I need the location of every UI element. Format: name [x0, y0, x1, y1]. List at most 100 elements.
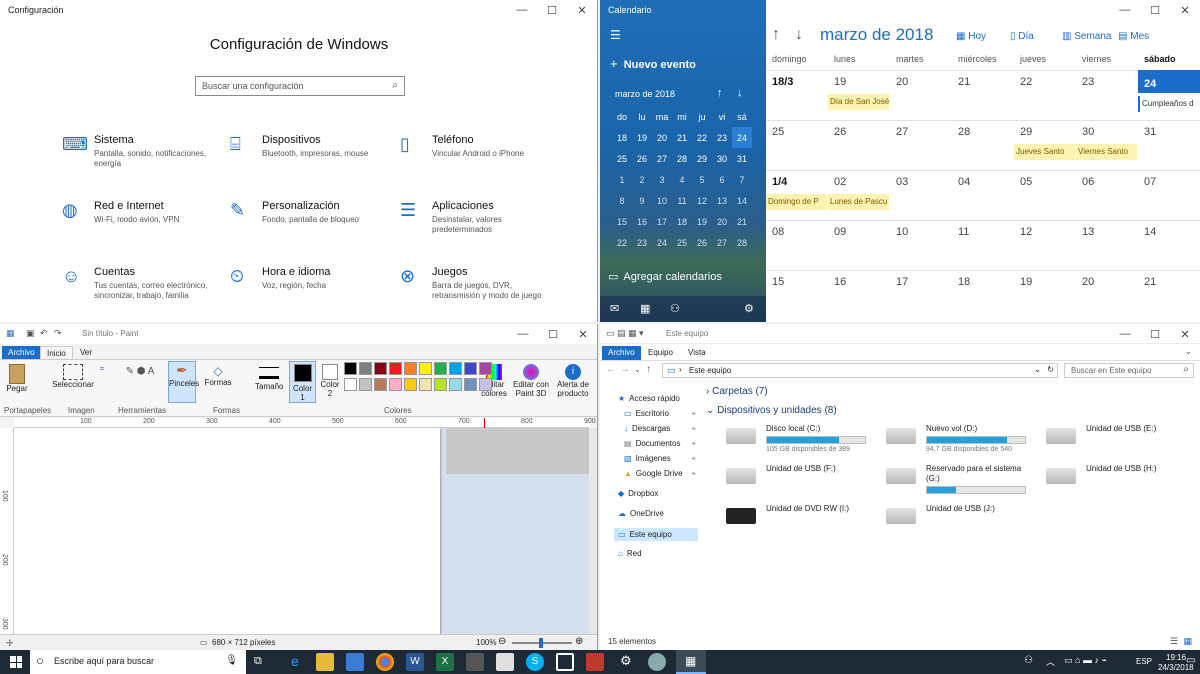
maximize-button[interactable]: ☐ — [537, 0, 567, 20]
calendar-day-cell[interactable]: 07 — [1138, 170, 1200, 220]
calendar-day-cell[interactable]: 30 Viernes Santo — [1076, 120, 1138, 170]
mini-day[interactable]: 12 — [692, 190, 712, 211]
mini-day[interactable]: 4 — [672, 169, 692, 190]
mini-day[interactable]: 29 — [692, 148, 712, 169]
calendar-day-cell[interactable]: 06 — [1076, 170, 1138, 220]
settings-gear-icon[interactable]: ⚙ — [744, 302, 754, 315]
explorer-search[interactable]: Buscar en Este equipo ⌕ — [1064, 363, 1194, 378]
mini-day[interactable]: 18 — [612, 127, 632, 148]
mini-day[interactable]: 17 — [652, 211, 672, 232]
day-view-button[interactable]: ▯ Día — [1010, 31, 1034, 42]
mini-day[interactable]: 6 — [712, 169, 732, 190]
mini-day[interactable]: 25 — [612, 148, 632, 169]
canvas-area[interactable] — [14, 428, 589, 634]
alert-button[interactable]: i Alerta de producto — [554, 364, 592, 398]
palette-swatch[interactable] — [479, 362, 492, 375]
mini-day[interactable]: 23 — [632, 232, 652, 253]
color1-button[interactable]: Color 1 — [289, 361, 316, 403]
calendar-day-cell[interactable]: 24 Cumpleaños d — [1138, 70, 1200, 120]
palette-swatch[interactable] — [344, 362, 357, 375]
zoom-thumb[interactable] — [539, 638, 543, 648]
mini-day[interactable]: 27 — [652, 148, 672, 169]
mini-day[interactable]: 13 — [712, 190, 732, 211]
calendar-event[interactable]: Domingo de P — [766, 194, 827, 210]
calendar-day-cell[interactable]: 19 — [1014, 270, 1076, 320]
store-icon[interactable] — [346, 653, 364, 671]
vertical-scrollbar[interactable] — [589, 428, 597, 634]
new-event-button[interactable]: + Nuevo evento — [610, 56, 696, 71]
palette-swatch[interactable] — [374, 362, 387, 375]
mini-day[interactable]: 31 — [732, 148, 752, 169]
maximize-button[interactable]: ☐ — [1140, 324, 1170, 344]
tray-chevron-icon[interactable]: ︿ — [1046, 655, 1055, 668]
language-indicator[interactable]: ESP — [1136, 657, 1152, 666]
mini-day[interactable]: 5 — [692, 169, 712, 190]
calendar-day-cell[interactable]: 22 — [1014, 70, 1076, 120]
mini-day[interactable]: 21 — [732, 211, 752, 232]
add-calendars-button[interactable]: ▭ Agregar calendarios — [608, 270, 722, 284]
windows-start-icon[interactable] — [10, 656, 22, 668]
people-icon[interactable]: ⚇ — [670, 302, 680, 315]
drawing-canvas[interactable] — [14, 428, 440, 634]
tab-archivo[interactable]: Archivo — [2, 346, 41, 360]
calendar-day-cell[interactable]: 17 — [890, 270, 952, 320]
undo-icon[interactable]: ↶ — [40, 328, 48, 339]
calendar-event[interactable]: Lunes de Pascu — [828, 194, 889, 210]
mini-day[interactable]: 20 — [652, 127, 672, 148]
nav-item[interactable]: ▧ Imágenes ⌖ — [620, 452, 698, 465]
tab-ver[interactable]: Ver — [74, 346, 98, 360]
nav-item[interactable]: ↓ Descargas ⌖ — [620, 422, 698, 435]
prev-month-icon[interactable]: ↑ — [772, 26, 780, 44]
mini-day[interactable]: 25 — [672, 232, 692, 253]
close-button[interactable]: ✕ — [1170, 324, 1200, 344]
mini-day[interactable]: 21 — [672, 127, 692, 148]
quick-access-toolbar-icons[interactable]: ▭ ▤ ▦ ▾ — [606, 328, 644, 339]
palette-swatch[interactable] — [479, 378, 492, 391]
nav-item[interactable]: ⌂ Red — [614, 547, 698, 560]
calendar-day-cell[interactable]: 20 — [890, 70, 952, 120]
calendar-day-cell[interactable]: 02 Lunes de Pascu — [828, 170, 890, 220]
calendar-day-cell[interactable]: 28 — [952, 120, 1014, 170]
arrow-up-icon[interactable]: ↑ — [717, 87, 723, 99]
calendar-day-cell[interactable]: 05 — [1014, 170, 1076, 220]
arrow-down-icon[interactable]: ↓ — [737, 87, 743, 99]
calendar-day-cell[interactable]: 15 — [766, 270, 828, 320]
palette-swatch[interactable] — [389, 378, 402, 391]
details-view-icon[interactable]: ☰ — [1170, 636, 1178, 647]
close-button[interactable]: ✕ — [1170, 0, 1200, 20]
task-view-icon[interactable]: ⧉ — [254, 655, 262, 668]
zoom-in-button[interactable]: ⊕ — [575, 636, 583, 647]
calendar-day-cell[interactable]: 18 — [952, 270, 1014, 320]
mini-day[interactable]: 18 — [672, 211, 692, 232]
nav-item[interactable]: ◆ Dropbox — [614, 487, 698, 500]
excel-icon[interactable]: X — [436, 653, 454, 671]
calendar-day-cell[interactable]: 29 Jueves Santo — [1014, 120, 1076, 170]
file-explorer-icon[interactable] — [316, 653, 334, 671]
palette-swatch[interactable] — [419, 362, 432, 375]
palette-swatch[interactable] — [419, 378, 432, 391]
month-view-button[interactable]: ▤ Mes — [1118, 31, 1149, 42]
palette-swatch[interactable] — [359, 378, 372, 391]
mail-icon[interactable]: ✉ — [610, 302, 619, 315]
paste-button[interactable]: Pegar — [5, 364, 29, 393]
taskbar-search[interactable]: ○ Escribe aquí para buscar 🎙 — [30, 650, 246, 674]
mini-day[interactable]: 22 — [692, 127, 712, 148]
maximize-button[interactable]: ☐ — [1140, 0, 1170, 20]
recent-icon[interactable]: ⌄ — [634, 365, 641, 374]
mini-day[interactable]: 16 — [632, 211, 652, 232]
mini-calendar[interactable]: do lu ma mi ju vi sá 18 19 20 21 22 23 24 25 26 27 28 29 30… — [612, 106, 752, 253]
calendar-day-cell[interactable]: 16 — [828, 270, 890, 320]
tray-icons[interactable]: ▭ ⌂ ▬ ♪ ⌁ — [1064, 655, 1107, 666]
calendar-taskbar-button[interactable]: ▦ — [676, 650, 706, 674]
save-icon[interactable]: ▣ — [26, 328, 35, 339]
app-icon[interactable] — [466, 653, 484, 671]
minimize-button[interactable]: — — [1110, 0, 1140, 20]
palette-swatch[interactable] — [434, 362, 447, 375]
nav-item[interactable]: ▤ Documentos ⌖ — [620, 437, 698, 450]
tab-inicio[interactable]: Inicio — [40, 346, 73, 360]
crop-icon[interactable]: ⌗ — [96, 364, 108, 374]
mini-day[interactable]: 3 — [652, 169, 672, 190]
mini-day[interactable]: 19 — [632, 127, 652, 148]
palette-swatch[interactable] — [434, 378, 447, 391]
paint-icon[interactable] — [648, 653, 666, 671]
